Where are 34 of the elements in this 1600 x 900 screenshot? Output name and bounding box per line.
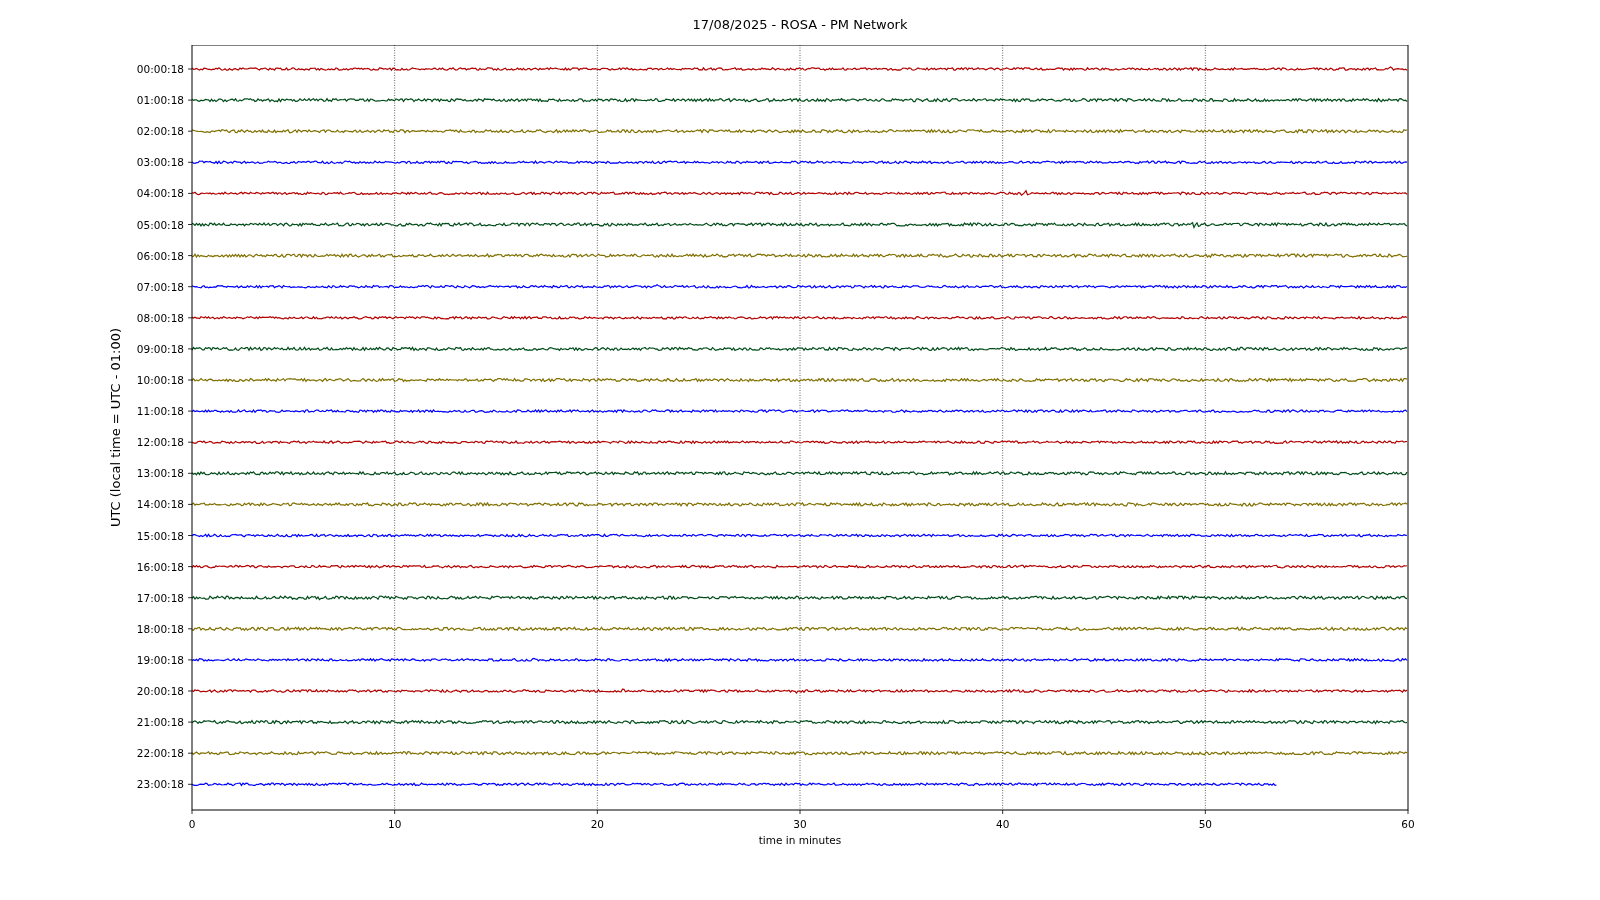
y-tick-label: 00:00:18 bbox=[136, 63, 184, 75]
y-tick-label: 16:00:18 bbox=[136, 560, 184, 573]
x-tick-label: 40 bbox=[996, 818, 1010, 830]
y-tick-label: 01:00:18 bbox=[136, 94, 184, 107]
x-tick-label: 10 bbox=[388, 818, 402, 830]
y-tick-label: 08:00:18 bbox=[136, 311, 184, 324]
y-tick-label: 10:00:18 bbox=[136, 374, 184, 386]
y-tick-label: 23:00:18 bbox=[136, 778, 184, 791]
y-tick-label: 12:00:18 bbox=[136, 436, 184, 449]
x-tick-label: 20 bbox=[590, 818, 604, 830]
y-tick-label: 19:00:18 bbox=[136, 653, 184, 666]
y-tick-label: 04:00:18 bbox=[136, 187, 184, 200]
y-tick-label: 09:00:18 bbox=[136, 342, 184, 355]
chart-title: 17/08/2025 - ROSA - PM Network bbox=[692, 16, 908, 32]
x-tick-label: 60 bbox=[1401, 818, 1415, 830]
y-tick-label: 15:00:18 bbox=[136, 529, 184, 542]
y-tick-label: 13:00:18 bbox=[136, 467, 184, 480]
y-axis-label: UTC (local time = UTC - 01:00) bbox=[108, 327, 124, 528]
y-tick-label: 06:00:18 bbox=[136, 249, 184, 262]
y-tick-label: 20:00:18 bbox=[136, 685, 184, 697]
y-tick-label: 14:00:18 bbox=[136, 498, 184, 511]
y-tick-label: 11:00:18 bbox=[136, 405, 184, 418]
y-tick-label: 05:00:18 bbox=[136, 218, 184, 231]
y-tick-label: 07:00:18 bbox=[136, 280, 184, 293]
y-tick-label: 21:00:18 bbox=[136, 716, 184, 729]
y-tick-label: 22:00:18 bbox=[136, 747, 184, 760]
x-tick-label: 30 bbox=[793, 818, 807, 830]
y-tick-label: 03:00:18 bbox=[136, 156, 184, 169]
y-tick-label: 02:00:18 bbox=[136, 125, 184, 138]
x-tick-label: 0 bbox=[188, 818, 196, 830]
y-tick-label: 17:00:18 bbox=[136, 591, 184, 604]
y-tick-label: 18:00:18 bbox=[136, 622, 184, 635]
x-tick-label: 50 bbox=[1198, 818, 1212, 830]
x-axis-label: time in minutes bbox=[758, 834, 842, 846]
